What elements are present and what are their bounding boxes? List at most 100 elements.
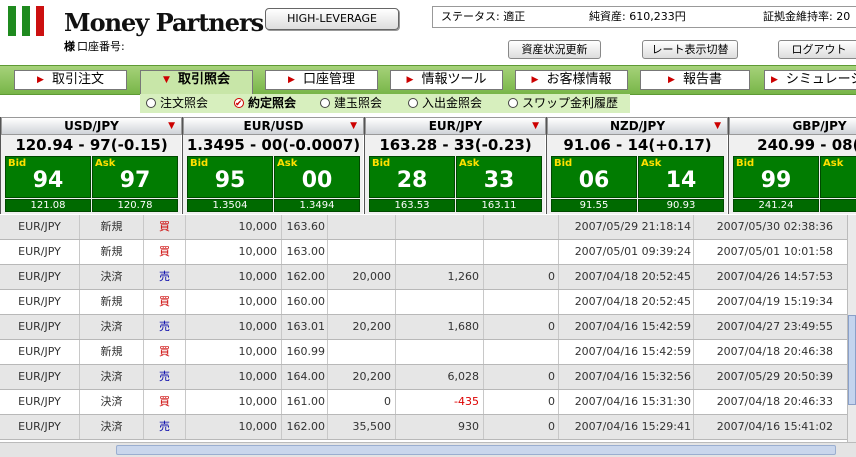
subtab-label: 入出金照会 [422, 96, 483, 110]
profit-loss-cell [396, 340, 484, 364]
table-row[interactable]: EUR/JPY 決済売 10,000 162.00 35,500 930 0 2007/04/… [0, 415, 847, 440]
pair-label: USD/JPY [64, 119, 119, 133]
ask-low: 90.93 [638, 199, 724, 212]
ask-button[interactable]: Ask 14 [638, 156, 724, 198]
tab-account-management[interactable]: ▶ 口座管理 [265, 70, 378, 90]
fee-cell: 0 [484, 390, 559, 414]
order-date-cell: 2007/04/16 15:29:41 [559, 415, 694, 439]
table-row[interactable]: EUR/JPY 決済売 10,000 163.01 20,200 1,680 0 2007/0… [0, 315, 847, 340]
bid-button[interactable]: Bid 06 [551, 156, 637, 198]
dropdown-arrow-icon[interactable]: ▼ [168, 118, 175, 134]
execution-date-cell: 2007/05/01 10:01:58 [716, 245, 833, 258]
execution-date-cell: 2007/04/18 20:46:38 [716, 345, 833, 358]
currency-pair-selector[interactable]: USD/JPY ▼ [1, 117, 182, 135]
side-cell: 買 [144, 215, 186, 239]
bid-button[interactable]: Bid 94 [5, 156, 91, 198]
price-cell: 162.00 [282, 415, 328, 439]
rate-panel-usdjpy: USD/JPY ▼ 120.94 - 97(-0.15) Bid 94 Ask 97 … [0, 117, 182, 214]
currency-pair-selector[interactable]: GBP/JPY▼ [729, 117, 856, 135]
table-row[interactable]: EUR/JPY 決済売 10,000 164.00 20,200 6,028 0 2007/0… [0, 365, 847, 390]
scrollbar-thumb[interactable] [848, 315, 856, 405]
rate-panels: USD/JPY ▼ 120.94 - 97(-0.15) Bid 94 Ask 97 … [0, 117, 856, 214]
subtab-position-inquiry[interactable]: 建玉照会 [320, 94, 382, 113]
bid-price: 06 [578, 168, 610, 193]
ask-button[interactable]: Ask 97 [92, 156, 178, 198]
arrow-right-icon: ▶ [37, 75, 44, 85]
execution-date-cell: 2007/04/18 20:46:33 [716, 395, 833, 408]
radio-icon[interactable] [408, 98, 418, 108]
bid-button[interactable]: Bid 28 [369, 156, 455, 198]
ask-low: 1.3494 [274, 199, 360, 212]
rate-display-toggle-button[interactable]: レート表示切替 [642, 40, 738, 59]
bid-button[interactable]: Bid 99 [733, 156, 819, 198]
radio-checked-icon[interactable] [234, 95, 244, 114]
tab-simulation[interactable]: ▶ シミュレーショ [764, 70, 856, 90]
vertical-scrollbar[interactable] [847, 215, 856, 442]
rate-quote: 120.94 - 97(-0.15) [15, 136, 168, 154]
subtab-order-inquiry[interactable]: 注文照会 [146, 94, 208, 113]
logout-button[interactable]: ログアウト [778, 40, 856, 59]
tab-customer-info[interactable]: ▶ お客様情報 [515, 70, 628, 90]
subtab-execution-inquiry[interactable]: 約定照会 [234, 94, 296, 114]
arrow-right-icon: ▶ [771, 75, 778, 85]
scrollbar-thumb[interactable] [116, 445, 836, 455]
tab-reports[interactable]: ▶ 報告書 [640, 70, 750, 90]
rate-quote: 1.3495 - 00(-0.0007) [186, 136, 361, 154]
ask-button[interactable]: Ask 00 [274, 156, 360, 198]
asset-refresh-button[interactable]: 資産状況更新 [508, 40, 601, 59]
quantity-cell: 10,000 [186, 290, 282, 314]
dropdown-arrow-icon[interactable]: ▼ [350, 118, 357, 134]
radio-icon[interactable] [320, 98, 330, 108]
radio-icon[interactable] [146, 98, 156, 108]
tab-info-tools[interactable]: ▶ 情報ツール [390, 70, 503, 90]
subtab-deposit-inquiry[interactable]: 入出金照会 [408, 94, 482, 113]
horizontal-scrollbar[interactable] [0, 442, 856, 457]
arrow-right-icon: ▶ [531, 75, 539, 85]
rate-panel-eurjpy: EUR/JPY ▼ 163.28 - 33(-0.23) Bid 28 Ask 33 … [364, 117, 546, 214]
radio-icon[interactable] [508, 98, 518, 108]
table-row[interactable]: EUR/JPY 新規買 10,000 163.60 2007/05/29 21:18:1… [0, 215, 847, 240]
execution-date-cell: 2007/04/16 15:41:02 [716, 420, 833, 433]
subtab-label: 建玉照会 [334, 96, 383, 110]
table-row[interactable]: EUR/JPY 新規買 10,000 160.99 2007/04/16 15:42:5… [0, 340, 847, 365]
table-row[interactable]: EUR/JPY 新規買 10,000 163.00 2007/05/01 09:39:2… [0, 240, 847, 265]
app-window: Money Partners 様口座番号: HIGH-LEVERAGE ステータ… [0, 0, 856, 457]
bid-high: 121.08 [5, 199, 91, 212]
ask-low: 2 [820, 199, 856, 212]
subtab-swap-history[interactable]: スワップ金利履歴 [508, 94, 618, 113]
arrow-right-icon: ▶ [406, 75, 414, 85]
currency-pair-selector[interactable]: NZD/JPY ▼ [547, 117, 728, 135]
tab-trade-inquiry[interactable]: ▼ 取引照会 [140, 70, 253, 95]
tab-label: 報告書 [682, 72, 722, 87]
table-row[interactable]: EUR/JPY 決済売 10,000 162.00 20,000 1,260 0 2007/0… [0, 265, 847, 290]
ask-low: 120.78 [92, 199, 178, 212]
table-row[interactable]: EUR/JPY 新規買 10,000 160.00 2007/04/18 20:52:4… [0, 290, 847, 315]
pair-cell: EUR/JPY [0, 415, 80, 439]
dropdown-arrow-icon[interactable]: ▼ [532, 118, 539, 134]
account-status-bar: ステータス: 適正 純資産: 610,233円 証拠金維持率: 20 [432, 6, 856, 28]
swap-cell: 0 [328, 390, 396, 414]
order-date-cell: 2007/04/16 15:32:56 [559, 365, 694, 389]
dropdown-arrow-icon[interactable]: ▼ [714, 118, 721, 134]
execution-date-cell: 2007/04/27 23:49:55 [716, 320, 833, 333]
bid-high: 241.24 [733, 199, 819, 212]
side-cell: 買 [144, 390, 186, 414]
ask-price: 14 [665, 168, 697, 193]
ask-button[interactable]: Ask 33 [456, 156, 542, 198]
order-date-cell: 2007/04/16 15:42:59 [559, 315, 694, 339]
fee-cell: 0 [484, 365, 559, 389]
pair-label: EUR/JPY [428, 119, 483, 133]
fee-cell: 0 [484, 315, 559, 339]
currency-pair-selector[interactable]: EUR/USD ▼ [183, 117, 364, 135]
high-leverage-button[interactable]: HIGH-LEVERAGE [265, 8, 399, 30]
tab-trade-order[interactable]: ▶ 取引注文 [14, 70, 127, 90]
ask-button[interactable]: Ask0 [820, 156, 856, 198]
swap-cell [328, 340, 396, 364]
swap-cell: 20,200 [328, 365, 396, 389]
pair-cell: EUR/JPY [0, 340, 80, 364]
side-cell: 売 [144, 265, 186, 289]
bid-price: 94 [32, 168, 64, 193]
table-row[interactable]: EUR/JPY 決済買 10,000 161.00 0 -435 0 2007/04/16 1… [0, 390, 847, 415]
bid-button[interactable]: Bid 95 [187, 156, 273, 198]
currency-pair-selector[interactable]: EUR/JPY ▼ [365, 117, 546, 135]
